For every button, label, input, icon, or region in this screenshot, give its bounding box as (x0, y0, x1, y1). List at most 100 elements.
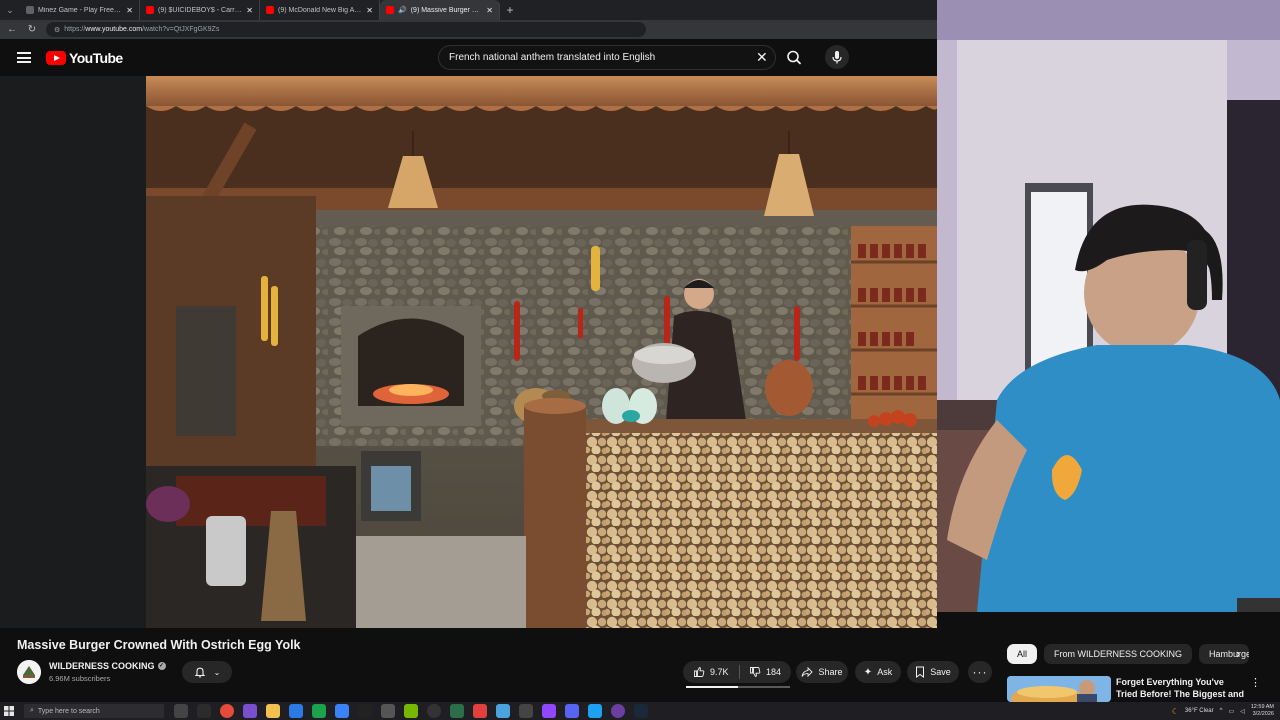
app-icon-18[interactable] (588, 704, 602, 718)
app-icon-6[interactable] (312, 704, 326, 718)
tab-favicon (266, 6, 274, 14)
clock-date: 3/2/2026 (1252, 711, 1274, 717)
network-icon[interactable]: ▭ (1228, 708, 1234, 715)
tab-title: (9) $UICIDEBOY$ - Carried Away ( (158, 6, 243, 14)
app-icon-13[interactable] (473, 704, 487, 718)
tab-close-icon[interactable]: ✕ (366, 6, 373, 15)
channel-name-row[interactable]: WILDERNESS COOKING ✓ (49, 661, 166, 671)
browser-address-bar: ← ↻ ⚙ https://www.youtube.com/watch?v=Qt… (0, 20, 937, 39)
left-dark-panel (0, 76, 146, 628)
recommendation-thumbnail[interactable] (1007, 676, 1111, 702)
ask-label: Ask (877, 667, 893, 677)
save-button[interactable]: Save (907, 661, 959, 683)
browser-tab-3[interactable]: (9) McDonald New Big Arch Burge ✕ (260, 0, 380, 20)
channel-name[interactable]: WILDERNESS COOKING (49, 661, 155, 671)
search-input[interactable]: French national anthem translated into E… (438, 45, 776, 70)
chevron-right-icon[interactable]: › (1236, 646, 1240, 661)
bell-icon (194, 667, 205, 678)
taskbar-search-input[interactable]: ⌕ Type here to search (24, 704, 164, 718)
clear-search-icon[interactable]: ✕ (756, 49, 768, 66)
app-icon-1[interactable] (197, 704, 211, 718)
channel-avatar-icon (17, 660, 41, 684)
tab-close-icon[interactable]: ✕ (486, 6, 493, 15)
start-button[interactable] (0, 702, 18, 720)
tray-up-arrow-icon[interactable]: ^ (1220, 708, 1223, 714)
volume-icon[interactable]: ◁ (1240, 708, 1245, 715)
search-icon (787, 50, 801, 65)
audio-playing-icon[interactable]: 🔊 (398, 6, 407, 14)
clock[interactable]: 12:59 AM 3/2/2026 (1251, 704, 1274, 718)
app-icon-15[interactable] (519, 704, 533, 718)
task-view-icon[interactable] (174, 704, 188, 718)
chrome-icon[interactable] (220, 704, 234, 718)
app-icon-16[interactable] (542, 704, 556, 718)
youtube-logo-text: YouTube (69, 50, 123, 66)
app-icon-11[interactable] (427, 704, 441, 718)
weather-icon[interactable]: ☾ (1172, 707, 1179, 716)
more-actions-button[interactable]: ··· (968, 661, 992, 683)
app-icon-12[interactable] (450, 704, 464, 718)
app-icon-17[interactable] (565, 704, 579, 718)
file-explorer-icon[interactable] (266, 704, 280, 718)
new-tab-button[interactable]: + (500, 3, 520, 17)
like-count: 9.7K (710, 667, 729, 677)
browser-tab-2[interactable]: (9) $UICIDEBOY$ - Carried Away ( ✕ (140, 0, 260, 20)
like-button[interactable]: 9.7K (683, 661, 739, 683)
app-icon-5[interactable] (289, 704, 303, 718)
taskbar-app-icons (174, 704, 648, 718)
search-button[interactable] (780, 45, 808, 70)
url-input[interactable]: ⚙ https://www.youtube.com/watch?v=QtJXFg… (46, 22, 646, 37)
share-button[interactable]: Share (796, 661, 848, 683)
clock-time: 12:59 AM (1250, 704, 1274, 710)
app-icon-14[interactable] (496, 704, 510, 718)
chip-all[interactable]: All (1007, 644, 1038, 664)
tab-close-icon[interactable]: ✕ (126, 6, 133, 15)
like-ratio-bar (686, 686, 790, 688)
youtube-logo[interactable]: YouTube (46, 50, 123, 66)
app-icon-10[interactable] (404, 704, 418, 718)
hamburger-menu-icon[interactable] (17, 52, 31, 63)
reload-icon[interactable]: ↻ (26, 24, 38, 35)
thumbnail-image (1007, 676, 1111, 702)
system-tray: ☾ 36°F Clear ^ ▭ ◁ 12:59 AM 3/2/2026 (1172, 702, 1274, 720)
app-icon-8[interactable] (358, 704, 372, 718)
tab-favicon (26, 6, 34, 14)
more-vertical-icon[interactable]: ⋮ (1250, 676, 1261, 689)
tab-title: Minez Game - Play Free Social Ca (38, 6, 122, 14)
back-arrow-icon[interactable]: ← (6, 24, 18, 35)
tab-search-icon[interactable]: ⌄ (0, 0, 20, 20)
browser-tab-4-active[interactable]: 🔊 (9) Massive Burger Crowned W ✕ (380, 0, 500, 20)
voice-search-button[interactable] (825, 45, 849, 69)
url-text: https://www.youtube.com/watch?v=QtJXFgGK… (64, 26, 220, 33)
windows-taskbar: ⌕ Type here to search ☾ 36°F Clear ^ ▭ ◁… (0, 702, 1280, 720)
bookmark-icon (916, 666, 925, 678)
app-icon-7[interactable] (335, 704, 349, 718)
steam-icon[interactable] (634, 704, 648, 718)
site-info-icon[interactable]: ⚙ (54, 26, 60, 34)
thumbs-down-icon (750, 667, 761, 677)
share-label: Share (818, 667, 843, 677)
tab-favicon (386, 6, 394, 14)
webcam-image (937, 0, 1280, 612)
tab-close-icon[interactable]: ✕ (246, 6, 253, 15)
chip-hamburger[interactable]: Hamburger (1199, 644, 1250, 664)
channel-avatar[interactable] (17, 660, 41, 684)
sparkle-icon: ✦ (863, 666, 873, 678)
app-icon-19[interactable] (611, 704, 625, 718)
ask-button[interactable]: ✦ Ask (855, 661, 901, 683)
video-player[interactable] (146, 76, 937, 628)
browser-tab-1[interactable]: Minez Game - Play Free Social Ca ✕ (20, 0, 140, 20)
windows-logo-icon (4, 706, 14, 716)
youtube-header: YouTube French national anthem translate… (0, 39, 937, 76)
dislike-button[interactable]: 184 (739, 661, 791, 683)
like-dislike-bar: 9.7K 184 (683, 661, 791, 683)
recommendation-chips: All From WILDERNESS COOKING Hamburger (1007, 644, 1250, 664)
app-icon-9[interactable] (381, 704, 395, 718)
notification-bell-button[interactable]: ⌄ (182, 661, 232, 683)
tab-title: (9) Massive Burger Crowned W (410, 6, 483, 14)
chip-from-channel[interactable]: From WILDERNESS COOKING (1044, 644, 1193, 664)
tab-title: (9) McDonald New Big Arch Burge (278, 6, 362, 14)
search-icon: ⌕ (30, 707, 34, 714)
weather-text[interactable]: 36°F Clear (1185, 708, 1214, 714)
app-icon-3[interactable] (243, 704, 257, 718)
